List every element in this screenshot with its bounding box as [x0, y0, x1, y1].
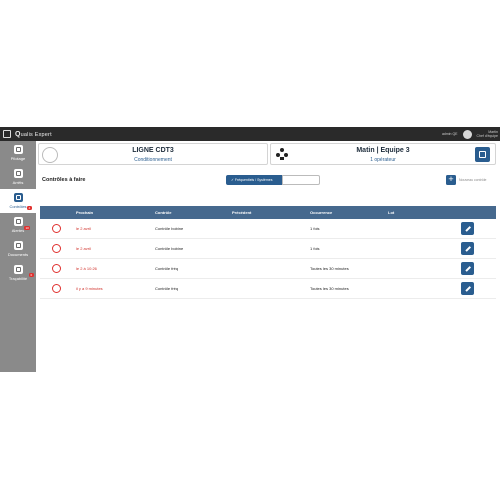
controles-badge: 4: [27, 206, 32, 210]
alarm-icon: [52, 224, 61, 233]
sidebar-item-tracabilite[interactable]: Traçabilité 0: [0, 261, 36, 285]
bell-icon: [13, 217, 23, 227]
menu-icon[interactable]: [3, 130, 11, 138]
filter-inactive-button[interactable]: [282, 175, 320, 185]
sidebar-item-pilotage[interactable]: Pilotage: [0, 141, 36, 165]
team-card[interactable]: Matin | Equipe 3 1 opérateur: [270, 143, 496, 165]
app-window: Qualis Expert admin QE Martin Chef d'équ…: [0, 127, 500, 372]
row-occurrence: 1 fois: [310, 246, 320, 251]
add-control-button[interactable]: +: [446, 175, 456, 185]
sidebar-item-label: Documents: [7, 251, 29, 257]
alarm-icon: [52, 284, 61, 293]
sidebar-item-documents[interactable]: Documents: [0, 237, 36, 261]
row-control: Contrôle fréq: [155, 266, 179, 271]
alarm-icon: [52, 244, 61, 253]
edit-button[interactable]: [461, 262, 474, 275]
traceability-icon: [13, 265, 23, 275]
alertes-badge: 10: [24, 226, 31, 230]
user-info: Martin Chef d'équipe: [477, 130, 499, 139]
app-logo: Qualis Expert: [15, 130, 52, 138]
table-header: Prochain Contrôle Précédent Occurrence L…: [40, 206, 496, 219]
column-header: Lot: [388, 210, 395, 215]
column-header: Contrôle: [155, 210, 172, 215]
team-subtitle: 1 opérateur: [370, 157, 396, 163]
sidebar-item-controles[interactable]: Contrôles 4: [0, 189, 36, 213]
main-content: LIGNE CDT3 Conditionnement Matin | Equip…: [36, 141, 500, 372]
table-row[interactable]: il y a 9 minutes Contrôle fréq Toutes le…: [40, 279, 496, 299]
column-header: Précédent: [232, 210, 252, 215]
column-header: Occurrence: [310, 210, 333, 215]
row-next: le 2 avril: [76, 246, 91, 251]
line-card[interactable]: LIGNE CDT3 Conditionnement: [38, 143, 268, 165]
table-row[interactable]: le 2 à 10:26 Contrôle fréq Toutes les 30…: [40, 259, 496, 279]
table-row[interactable]: le 2 avril Contrôle bobine 1 fois: [40, 239, 496, 259]
filter-toggle: ✓ Fréquentiels / Systèmes: [226, 175, 320, 185]
row-occurrence: 1 fois: [310, 226, 320, 231]
row-control: Contrôle bobine: [155, 226, 184, 231]
row-next: le 2 à 10:26: [76, 266, 97, 271]
sidebar-item-label: Alertes: [11, 227, 25, 233]
line-subtitle: Conditionnement: [134, 157, 172, 163]
tracabilite-badge: 0: [29, 273, 34, 277]
row-occurrence: Toutes les 30 minutes: [310, 266, 349, 271]
sidebar-item-label: Contrôles: [9, 203, 27, 209]
team-title: Matin | Equipe 3: [356, 147, 410, 154]
edit-button[interactable]: [461, 222, 474, 235]
filter-active-button[interactable]: ✓ Fréquentiels / Systèmes: [226, 175, 282, 185]
row-next: le 2 avril: [76, 226, 91, 231]
line-title: LIGNE CDT3: [132, 147, 174, 154]
stop-icon: [13, 169, 23, 179]
edit-button[interactable]: [461, 242, 474, 255]
header-cards: LIGNE CDT3 Conditionnement Matin | Equip…: [38, 143, 498, 165]
section-title: Contrôles à faire: [42, 177, 86, 183]
user-area[interactable]: admin QE Martin Chef d'équipe: [442, 127, 498, 141]
column-header: Prochain: [76, 210, 94, 215]
sidebar-item-alertes[interactable]: Alertes 10: [0, 213, 36, 237]
top-bar: Qualis Expert admin QE Martin Chef d'équ…: [0, 127, 500, 141]
user-role: Chef d'équipe: [476, 134, 499, 138]
row-next: il y a 9 minutes: [76, 286, 103, 291]
sidebar-item-label: Arrêts: [12, 179, 24, 185]
sidebar: Pilotage Arrêts Contrôles 4 Alertes 10 D…: [0, 141, 36, 372]
row-occurrence: Toutes les 30 minutes: [310, 286, 349, 291]
swap-team-button[interactable]: [475, 147, 490, 162]
alarm-icon: [52, 264, 61, 273]
add-control-label: Nouveau contrôle: [459, 178, 487, 182]
sidebar-item-label: Pilotage: [10, 155, 26, 161]
row-control: Contrôle bobine: [155, 246, 184, 251]
controls-table: Prochain Contrôle Précédent Occurrence L…: [40, 206, 496, 299]
avatar[interactable]: [462, 129, 472, 139]
edit-button[interactable]: [461, 282, 474, 295]
sidebar-item-arrets[interactable]: Arrêts: [0, 165, 36, 189]
user-label: admin QE: [441, 132, 458, 136]
row-control: Contrôle fréq: [155, 286, 179, 291]
document-icon: [13, 241, 23, 251]
dashboard-icon: [13, 145, 23, 155]
table-row[interactable]: le 2 avril Contrôle bobine 1 fois: [40, 219, 496, 239]
sidebar-item-label: Traçabilité: [8, 275, 28, 281]
check-icon: [13, 193, 23, 203]
